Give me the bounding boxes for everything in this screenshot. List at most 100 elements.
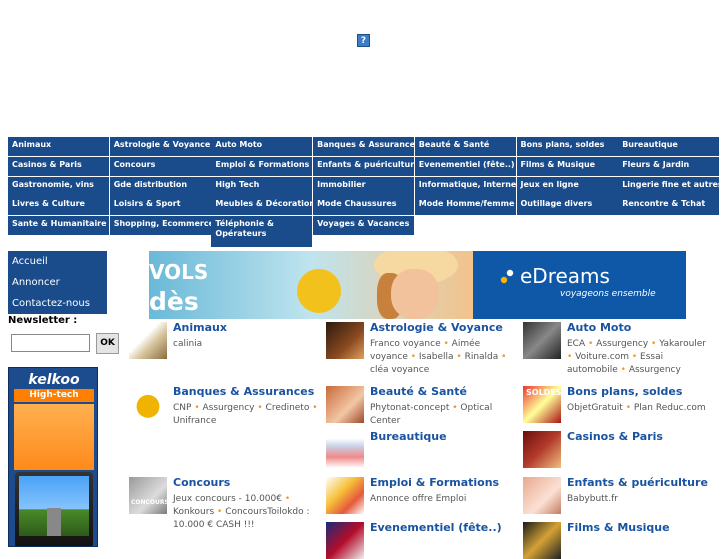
nav-category-evenementiel-f-te[interactable]: Evenementiel (fête..)	[414, 156, 516, 176]
newsletter-label: Newsletter :	[8, 315, 78, 326]
partner-link[interactable]: Rinalda	[465, 352, 499, 362]
category-thumbnail[interactable]: CONCOURS	[129, 477, 167, 514]
partner-link[interactable]: Assurgency	[629, 365, 681, 375]
category-thumbnail[interactable]	[326, 522, 364, 559]
nav-category-casinos-paris[interactable]: Casinos & Paris	[8, 156, 109, 176]
nav-category-bons-plans-soldes[interactable]: Bons plans, soldes	[516, 137, 618, 156]
nav-category-auto-moto[interactable]: Auto Moto	[211, 137, 313, 156]
partner-link[interactable]: Annonce offre Emploi	[370, 494, 466, 504]
nav-category-sante-humanitaire[interactable]: Sante & Humanitaire	[8, 216, 109, 236]
category-thumbnail[interactable]	[326, 431, 364, 468]
nav-category-loisirs-sport[interactable]: Loisirs & Sport	[109, 196, 211, 216]
category-links: Annonce offre Emploi	[370, 493, 520, 506]
separator-dot: •	[191, 403, 203, 413]
nav-category-jeux-en-ligne[interactable]: Jeux en ligne	[516, 176, 618, 196]
category-thumbnail[interactable]	[129, 386, 167, 423]
nav-category-banques-assurances[interactable]: Banques & Assurances	[313, 137, 415, 156]
menu-annoncer-link[interactable]: Annoncer	[8, 272, 107, 293]
partner-link[interactable]: Plan Reduc.com	[634, 403, 706, 413]
category-thumbnail[interactable]	[523, 522, 561, 559]
partner-link[interactable]: Franco voyance	[370, 339, 441, 349]
category-title-link[interactable]: Emploi & Formations	[370, 476, 499, 489]
category-thumbnail[interactable]	[129, 322, 167, 359]
newsletter-email-input[interactable]	[11, 334, 90, 352]
newsletter-ok-button[interactable]: OK	[96, 333, 119, 354]
sunflower-image	[297, 269, 341, 313]
separator-dot: •	[214, 507, 226, 517]
category-title-link[interactable]: Evenementiel (fête..)	[370, 521, 502, 534]
nav-category-t-l-phonie-op-rateurs[interactable]: Téléphonie & Opérateurs	[211, 216, 313, 248]
nav-category-voyages-vacances[interactable]: Voyages & Vacances	[313, 216, 415, 236]
category-thumbnail[interactable]: SOLDES	[523, 386, 561, 423]
category-thumbnail[interactable]	[326, 386, 364, 423]
partner-link[interactable]: Voiture.com	[575, 352, 629, 362]
thumbnail-caption: CONCOURS	[131, 499, 167, 506]
kelkoo-ad[interactable]: kelkoo High-tech	[8, 367, 98, 547]
category-title-link[interactable]: Concours	[173, 476, 230, 489]
category-thumbnail[interactable]	[523, 431, 561, 468]
category-title-link[interactable]: Banques & Assurances	[173, 385, 314, 398]
category-thumbnail[interactable]	[523, 322, 561, 359]
nav-category-lingerie-fine-et-autres[interactable]: Lingerie fine et autres	[618, 176, 720, 196]
edreams-banner[interactable]: VOLS dès 20€ eDreams voyageons ensemble	[149, 251, 686, 319]
menu-contact-link[interactable]: Contactez-nous	[8, 293, 107, 314]
nav-category-astrologie-voyance[interactable]: Astrologie & Voyance	[109, 137, 211, 156]
menu-accueil-link[interactable]: Accueil	[8, 251, 107, 272]
partner-link[interactable]: Isabella	[419, 352, 454, 362]
category-title-link[interactable]: Animaux	[173, 321, 227, 334]
category-title-link[interactable]: Enfants & puériculture	[567, 476, 708, 489]
nav-category-emploi-formations[interactable]: Emploi & Formations	[211, 156, 313, 176]
nav-category-informatique-internet[interactable]: Informatique, Internet	[414, 176, 516, 196]
category-title-link[interactable]: Astrologie & Voyance	[370, 321, 503, 334]
partner-link[interactable]: Jeux concours - 10.000€	[173, 494, 282, 504]
nav-category-animaux[interactable]: Animaux	[8, 137, 109, 156]
banner-offer: VOLS dès 20€	[149, 257, 249, 319]
partner-link[interactable]: ObjetGratuit	[567, 403, 623, 413]
partner-link[interactable]: ECA	[567, 339, 585, 349]
partner-link[interactable]: Assurgency	[596, 339, 648, 349]
nav-category-concours[interactable]: Concours	[109, 156, 211, 176]
partner-link[interactable]: Phytonat-concept	[370, 403, 449, 413]
nav-category-fleurs-jardin[interactable]: Fleurs & Jardin	[618, 156, 720, 176]
nav-category-films-musique[interactable]: Films & Musique	[516, 156, 618, 176]
category-links: ECA • Assurgency • Yakarouler • Voiture.…	[567, 338, 712, 377]
nav-category-bureautique[interactable]: Bureautique	[618, 137, 720, 156]
nav-category-high-tech[interactable]: High Tech	[211, 176, 313, 196]
partner-link[interactable]: Unifrance	[173, 416, 216, 426]
partner-link[interactable]: Konkours	[173, 507, 214, 517]
banner-brand-panel: eDreams voyageons ensemble	[473, 251, 686, 319]
nav-category-shopping-ecommerce[interactable]: Shopping, Ecommerce	[109, 216, 211, 236]
nav-category-mode-chaussures[interactable]: Mode Chaussures	[313, 196, 415, 216]
left-menu: Accueil Annoncer Contactez-nous	[8, 251, 107, 314]
nav-category-mode-homme-femme[interactable]: Mode Homme/femme	[414, 196, 516, 216]
nav-category-gde-distribution[interactable]: Gde distribution	[109, 176, 211, 196]
partner-link[interactable]: Credineto	[266, 403, 310, 413]
partner-link[interactable]: cléa voyance	[370, 365, 429, 375]
partner-link[interactable]: Yakarouler	[659, 339, 706, 349]
category-title-link[interactable]: Films & Musique	[567, 521, 670, 534]
separator-dot: •	[453, 352, 465, 362]
nav-category-beaut-sant[interactable]: Beauté & Santé	[414, 137, 516, 156]
nav-category-immobilier[interactable]: Immobilier	[313, 176, 415, 196]
category-title-link[interactable]: Casinos & Paris	[567, 430, 663, 443]
nav-category-gastronomie-vins[interactable]: Gastronomie, vins	[8, 176, 109, 196]
separator-dot: •	[648, 339, 660, 349]
partner-link[interactable]: Assurgency	[202, 403, 254, 413]
category-thumbnail[interactable]	[326, 477, 364, 514]
nav-category-livres-culture[interactable]: Livres & Culture	[8, 196, 109, 216]
category-title-link[interactable]: Bons plans, soldes	[567, 385, 682, 398]
category-thumbnail[interactable]	[523, 477, 561, 514]
category-links: Phytonat-concept • Optical Center	[370, 402, 520, 428]
partner-link[interactable]: calinia	[173, 339, 202, 349]
category-title-link[interactable]: Auto Moto	[567, 321, 631, 334]
thumbnail-caption: SOLDES	[526, 388, 561, 397]
category-title-link[interactable]: Bureautique	[370, 430, 447, 443]
nav-category-rencontre-tchat[interactable]: Rencontre & Tchat	[618, 196, 720, 216]
category-title-link[interactable]: Beauté & Santé	[370, 385, 467, 398]
nav-category-outillage-divers[interactable]: Outillage divers	[516, 196, 618, 216]
category-thumbnail[interactable]	[326, 322, 364, 359]
nav-category-meubles-d-coration[interactable]: Meubles & Décoration	[211, 196, 313, 216]
partner-link[interactable]: Babybutt.fr	[567, 494, 618, 504]
nav-category-enfants-pu-riculture[interactable]: Enfants & puériculture	[313, 156, 415, 176]
partner-link[interactable]: CNP	[173, 403, 191, 413]
